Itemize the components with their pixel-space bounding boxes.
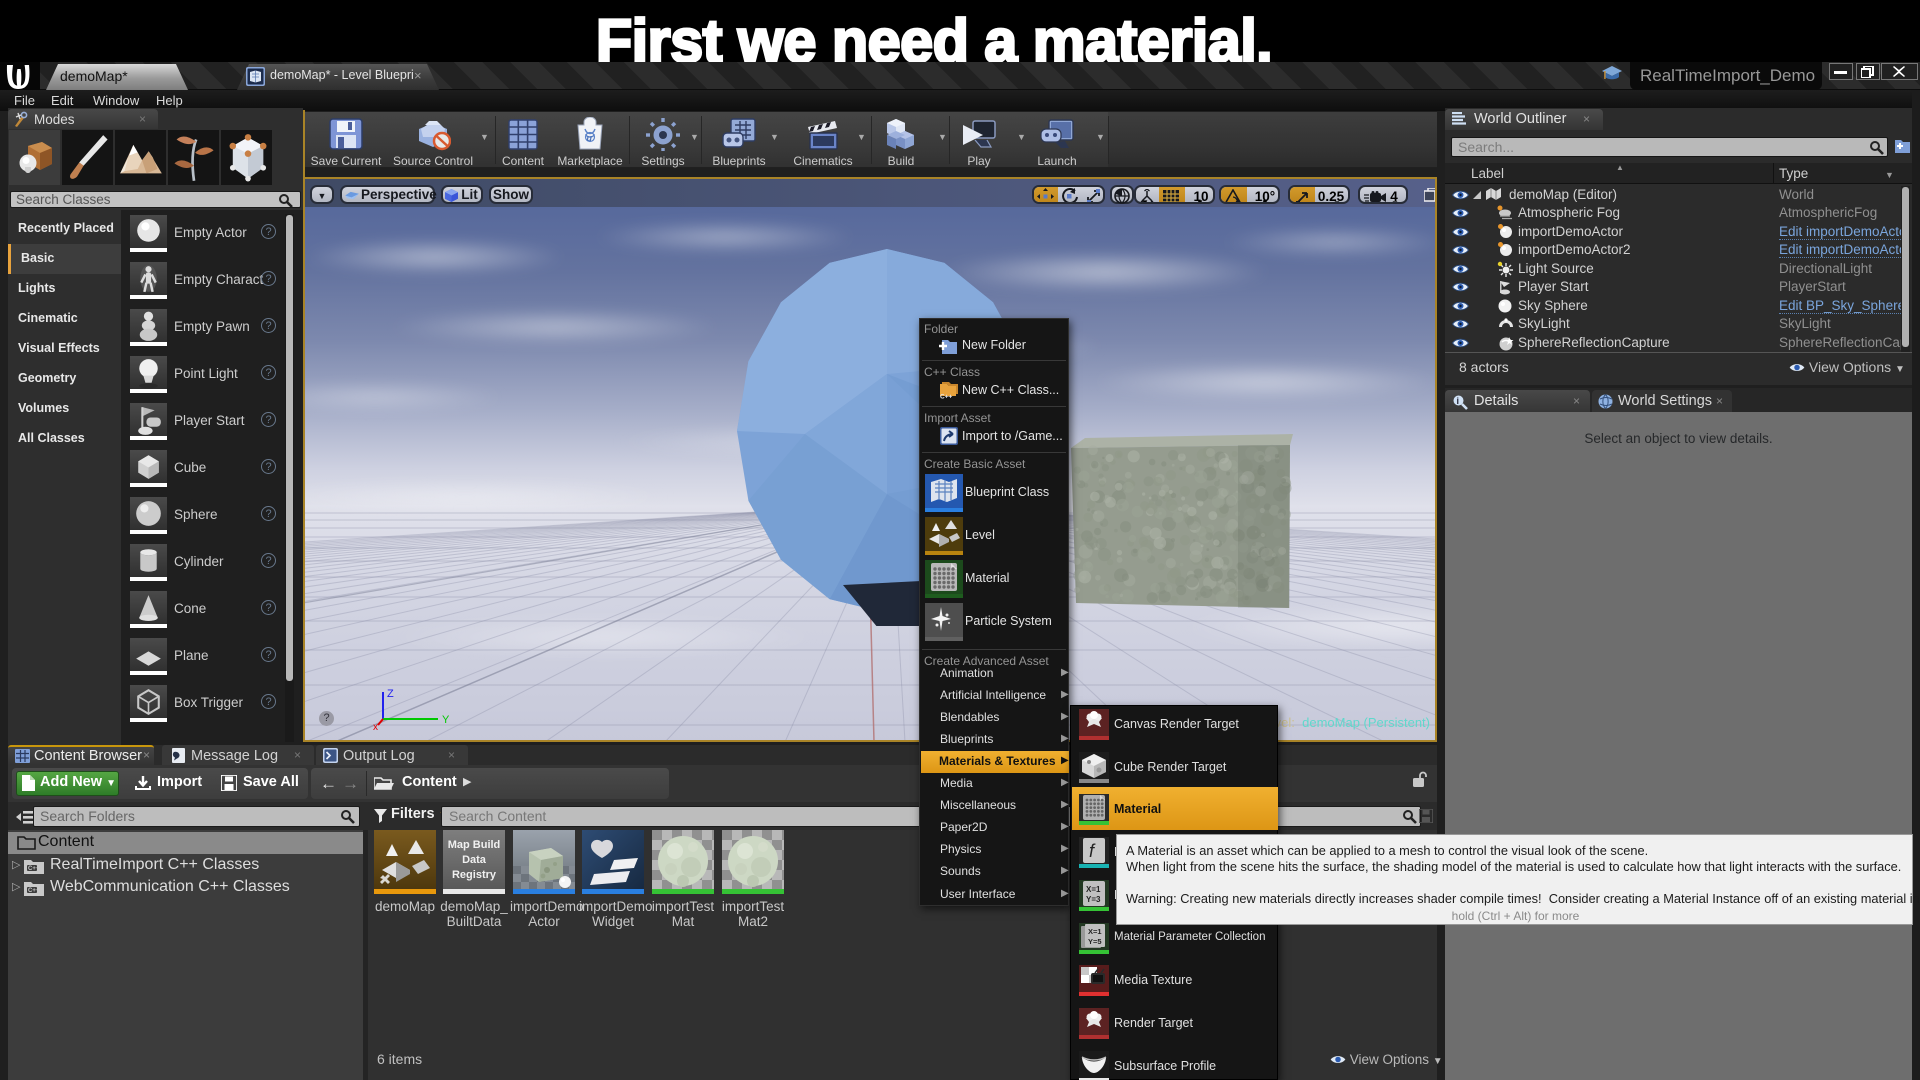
svg-text:x: x xyxy=(373,722,378,732)
svg-text:X=1: X=1 xyxy=(1088,927,1102,936)
svg-text:Y=3: Y=3 xyxy=(1086,895,1101,904)
svg-text:X=1: X=1 xyxy=(1086,885,1101,894)
svg-text:Y: Y xyxy=(442,714,450,726)
svg-text:Z: Z xyxy=(387,688,394,700)
svg-text:C++: C++ xyxy=(940,394,952,400)
svg-text:Y=5: Y=5 xyxy=(1088,937,1102,946)
svg-text:u: u xyxy=(587,133,593,143)
svg-text:C++: C++ xyxy=(28,888,40,894)
svg-text:C++: C++ xyxy=(28,866,40,872)
svg-text:i: i xyxy=(1457,396,1460,406)
